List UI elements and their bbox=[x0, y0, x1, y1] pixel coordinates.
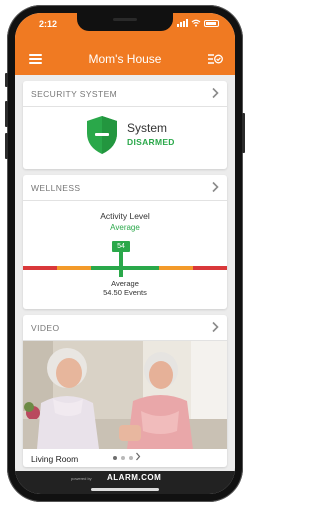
chevron-right-icon[interactable] bbox=[210, 87, 220, 99]
schedule-check-icon[interactable] bbox=[207, 52, 223, 66]
battery-icon bbox=[204, 19, 219, 27]
app-screen: 2:12 Mom's House SECURITY SYSTEM System … bbox=[15, 13, 235, 494]
status-time: 2:12 bbox=[39, 19, 58, 29]
camera-feed-image bbox=[23, 341, 227, 449]
camera-name: Living Room bbox=[31, 454, 79, 464]
activity-scale-high-red bbox=[193, 266, 227, 270]
pager-dot[interactable] bbox=[113, 456, 117, 460]
brand-logo: ALARM.COM bbox=[107, 473, 162, 482]
system-label: System bbox=[127, 121, 168, 135]
chevron-right-icon[interactable] bbox=[210, 321, 220, 333]
video-card-header: VIDEO bbox=[23, 315, 227, 341]
chevron-right-icon[interactable] bbox=[135, 452, 141, 461]
events-count: 54.50 Events bbox=[103, 288, 147, 297]
footer-bar: powered by ALARM.COM bbox=[15, 471, 235, 494]
activity-level-title: Activity Level bbox=[100, 211, 150, 221]
activity-scale-high-orange bbox=[159, 266, 193, 270]
signal-icon bbox=[177, 19, 188, 27]
security-card-header: SECURITY SYSTEM bbox=[23, 81, 227, 107]
pager-dot[interactable] bbox=[121, 456, 125, 460]
security-section-title: SECURITY SYSTEM bbox=[31, 89, 118, 99]
security-system-card[interactable]: SECURITY SYSTEM System DISARMED bbox=[23, 81, 227, 169]
wellness-card-header: WELLNESS bbox=[23, 175, 227, 201]
wellness-card[interactable]: WELLNESS Activity Level Average 54 Avera… bbox=[23, 175, 227, 309]
camera-feed[interactable] bbox=[23, 341, 227, 449]
status-icons bbox=[177, 19, 219, 27]
chevron-right-icon[interactable] bbox=[210, 181, 220, 193]
pager-dot[interactable] bbox=[129, 456, 133, 460]
video-section-title: VIDEO bbox=[31, 323, 60, 333]
phone-frame: 2:12 Mom's House SECURITY SYSTEM System … bbox=[5, 5, 245, 502]
activity-level-value: Average bbox=[110, 223, 140, 232]
wellness-section-title: WELLNESS bbox=[31, 183, 81, 193]
video-card[interactable]: VIDEO Living Room bbox=[23, 315, 227, 467]
activity-scale-low-red bbox=[23, 266, 57, 270]
activity-scale-normal-green bbox=[91, 266, 159, 270]
activity-scale-low-orange bbox=[57, 266, 91, 270]
phone-mute-button bbox=[5, 73, 8, 87]
phone-volume-up-button bbox=[5, 101, 8, 127]
shield-icon bbox=[87, 116, 117, 154]
phone-power-button bbox=[242, 113, 245, 153]
wifi-icon bbox=[191, 19, 201, 27]
powered-by-text: powered by bbox=[71, 476, 92, 481]
home-indicator[interactable] bbox=[91, 488, 159, 491]
page-title: Mom's House bbox=[88, 52, 162, 66]
indicator-label: Average bbox=[111, 279, 139, 288]
system-state: DISARMED bbox=[127, 137, 175, 147]
activity-value-badge: 54 bbox=[112, 241, 130, 252]
phone-notch bbox=[77, 13, 173, 31]
phone-volume-down-button bbox=[5, 133, 8, 159]
camera-pager-dots[interactable] bbox=[113, 456, 133, 460]
